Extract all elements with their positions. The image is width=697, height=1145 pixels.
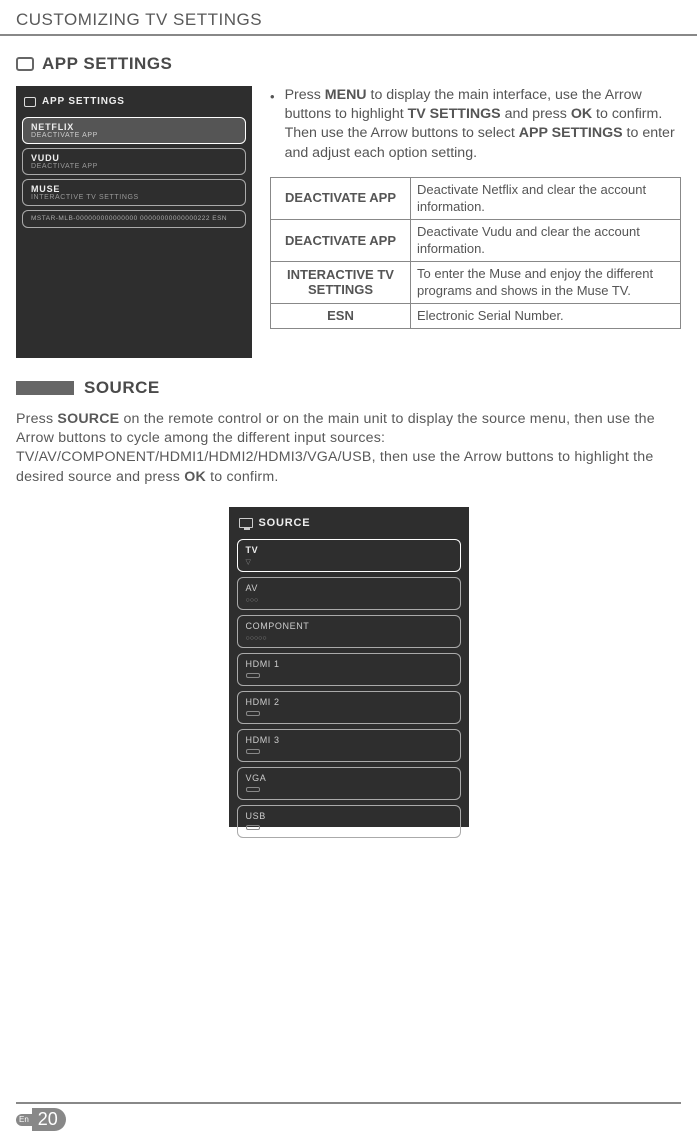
page-header: CUSTOMIZING TV SETTINGS: [0, 4, 697, 36]
t: Press: [285, 87, 325, 103]
instruction-text: Press MENU to display the main interface…: [285, 86, 681, 163]
rca-icon: ○○○: [246, 597, 259, 604]
source-item-tv: TV ▽: [237, 539, 461, 572]
item-sub: DEACTIVATE APP: [31, 132, 237, 139]
app-settings-row: APP SETTINGS NETFLIX DEACTIVATE APP VUDU…: [16, 86, 681, 358]
item-label: HDMI 3: [246, 735, 452, 745]
page-number: 20: [32, 1108, 66, 1131]
screenshot-header: SOURCE: [239, 517, 461, 529]
table-row: ESN Electronic Serial Number.: [271, 303, 681, 328]
item-label: HDMI 2: [246, 697, 452, 707]
hdmi-icon: [246, 673, 260, 678]
table-row: DEACTIVATE APP Deactivate Netflix and cl…: [271, 177, 681, 219]
source-paragraph: Press SOURCE on the remote control or on…: [16, 410, 681, 487]
section-title: APP SETTINGS: [42, 54, 172, 74]
opt-key: ESN: [271, 303, 411, 328]
esn-text: MSTAR-MLB-000000000000000 00000000000000…: [31, 215, 237, 223]
screenshot-title: APP SETTINGS: [42, 96, 125, 107]
source-item-usb: USB: [237, 805, 461, 838]
page-number-pill: En 20: [16, 1108, 66, 1131]
opt-key: DEACTIVATE APP: [271, 177, 411, 219]
item-label: TV: [246, 545, 452, 555]
item-label: USB: [246, 811, 452, 821]
source-item-vga: VGA: [237, 767, 461, 800]
table-row: DEACTIVATE APP Deactivate Vudu and clear…: [271, 219, 681, 261]
source-heading: SOURCE: [16, 378, 681, 398]
menu-item-vudu: VUDU DEACTIVATE APP: [22, 148, 246, 175]
menu-item-muse: MUSE INTERACTIVE TV SETTINGS: [22, 179, 246, 206]
section-title: SOURCE: [84, 378, 160, 398]
opt-key: INTERACTIVE TV SETTINGS: [271, 261, 411, 303]
lang-tag: En: [16, 1114, 32, 1126]
page-footer: En 20: [16, 1102, 681, 1131]
tv-icon: [24, 97, 36, 107]
bar-icon: [16, 381, 74, 395]
instruction-column: • Press MENU to display the main interfa…: [270, 86, 681, 329]
t: APP SETTINGS: [519, 125, 623, 141]
item-label: COMPONENT: [246, 621, 452, 631]
monitor-icon: [239, 518, 253, 528]
menu-item-esn: MSTAR-MLB-000000000000000 00000000000000…: [22, 210, 246, 228]
item-sub: DEACTIVATE APP: [31, 163, 237, 170]
source-item-component: COMPONENT ○○○○○: [237, 615, 461, 648]
table-row: INTERACTIVE TV SETTINGS To enter the Mus…: [271, 261, 681, 303]
vga-icon: [246, 787, 260, 792]
source-item-hdmi3: HDMI 3: [237, 729, 461, 762]
options-table: DEACTIVATE APP Deactivate Netflix and cl…: [270, 177, 681, 329]
opt-val: Electronic Serial Number.: [411, 303, 681, 328]
menu-item-netflix: NETFLIX DEACTIVATE APP: [22, 117, 246, 144]
antenna-icon: ▽: [246, 559, 251, 566]
app-settings-heading: APP SETTINGS: [16, 54, 681, 74]
opt-key: DEACTIVATE APP: [271, 219, 411, 261]
opt-val: Deactivate Vudu and clear the account in…: [411, 219, 681, 261]
item-label: VGA: [246, 773, 452, 783]
tv-icon: [16, 57, 34, 71]
t: MENU: [325, 87, 367, 103]
screenshot-header: APP SETTINGS: [24, 96, 246, 107]
item-sub: INTERACTIVE TV SETTINGS: [31, 194, 237, 201]
app-settings-screenshot: APP SETTINGS NETFLIX DEACTIVATE APP VUDU…: [16, 86, 252, 358]
hdmi-icon: [246, 711, 260, 716]
source-item-hdmi1: HDMI 1: [237, 653, 461, 686]
source-item-av: AV ○○○: [237, 577, 461, 610]
t: SOURCE: [57, 411, 119, 427]
item-title: MUSE: [31, 184, 237, 194]
item-label: HDMI 1: [246, 659, 452, 669]
t: OK: [571, 106, 592, 122]
usb-icon: [246, 825, 260, 830]
hdmi-icon: [246, 749, 260, 754]
t: and press: [501, 106, 571, 122]
item-title: VUDU: [31, 153, 237, 163]
item-title: NETFLIX: [31, 122, 237, 132]
opt-val: Deactivate Netflix and clear the account…: [411, 177, 681, 219]
screenshot-title: SOURCE: [259, 517, 311, 529]
t: TV SETTINGS: [408, 106, 501, 122]
source-screenshot-wrap: SOURCE TV ▽ AV ○○○ COMPONENT ○○○○○ HDMI …: [16, 507, 681, 827]
opt-val: To enter the Muse and enjoy the differen…: [411, 261, 681, 303]
source-item-hdmi2: HDMI 2: [237, 691, 461, 724]
source-screenshot: SOURCE TV ▽ AV ○○○ COMPONENT ○○○○○ HDMI …: [229, 507, 469, 827]
t: Press: [16, 411, 57, 427]
component-icon: ○○○○○: [246, 635, 267, 642]
instruction-bullet: • Press MENU to display the main interfa…: [270, 86, 681, 163]
t: to confirm.: [206, 469, 279, 485]
item-label: AV: [246, 583, 452, 593]
bullet-icon: •: [270, 88, 275, 163]
t: OK: [184, 469, 206, 485]
